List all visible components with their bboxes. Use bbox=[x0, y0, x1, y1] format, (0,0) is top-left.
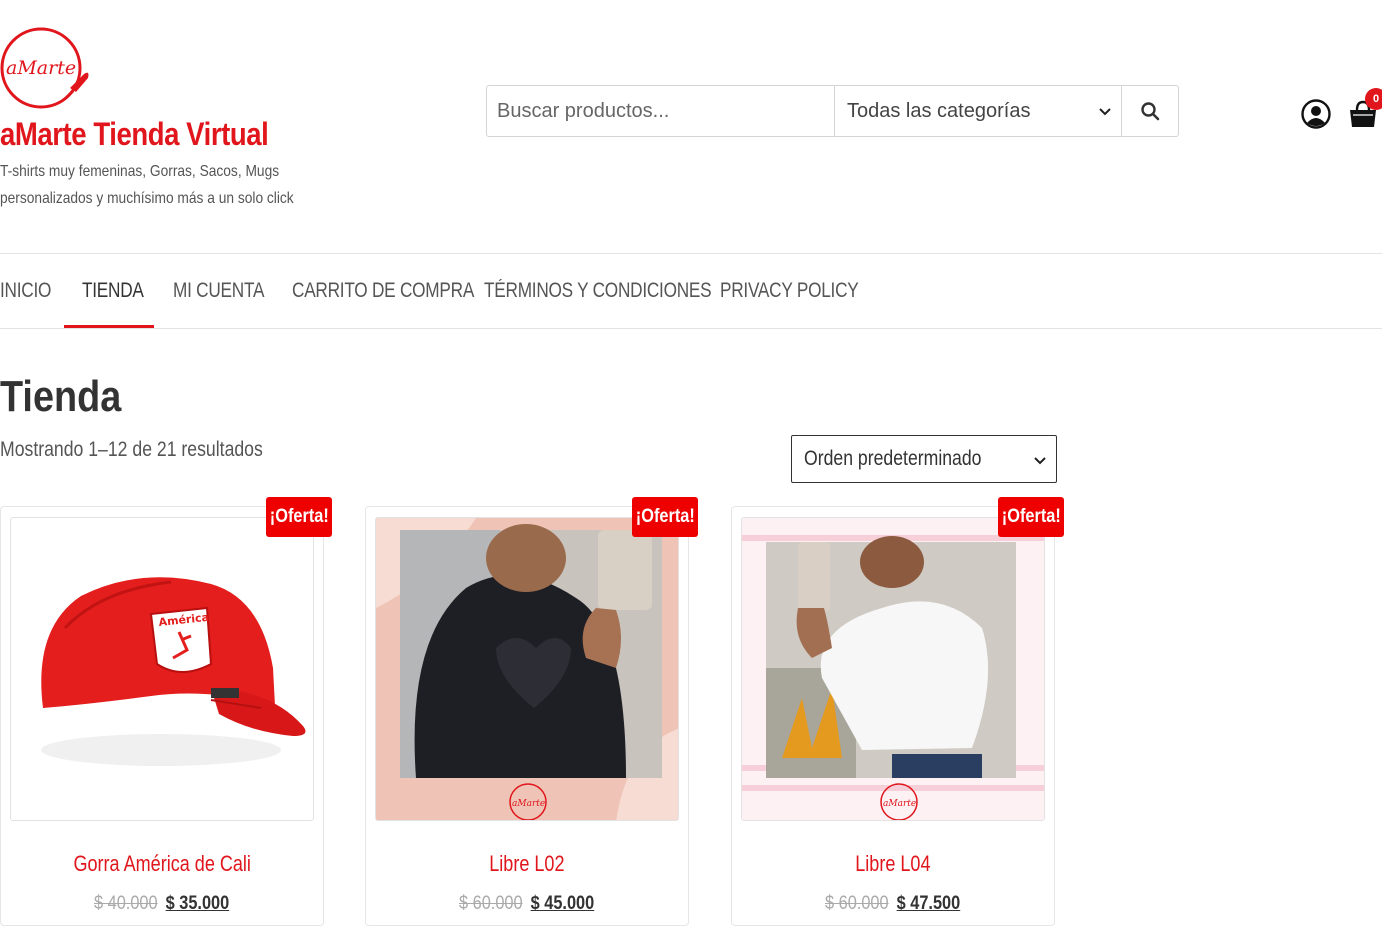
product-name[interactable]: Libre L02 bbox=[366, 851, 688, 877]
svg-text:aMarte: aMarte bbox=[6, 57, 76, 79]
product-name[interactable]: Libre L04 bbox=[732, 851, 1054, 877]
ordering-select[interactable]: Orden predeterminado bbox=[791, 435, 1057, 483]
chevron-down-icon bbox=[1097, 103, 1113, 119]
cart-count-badge: 0 bbox=[1365, 88, 1382, 110]
search-button[interactable] bbox=[1122, 86, 1178, 136]
account-icon[interactable] bbox=[1300, 98, 1332, 130]
nav-item-privacy-policy[interactable]: PRIVACY POLICY bbox=[720, 254, 889, 328]
product-card[interactable]: aMarte Libre L02 $ 60.000 $ 45.000 bbox=[365, 506, 689, 926]
nav-item-label: INICIO bbox=[0, 279, 52, 302]
ordering-select-value: Orden predeterminado bbox=[804, 447, 982, 470]
product-name-text: Libre L04 bbox=[855, 851, 931, 876]
site-title[interactable]: aMarte Tienda Virtual bbox=[0, 116, 269, 153]
search-input[interactable] bbox=[487, 86, 835, 136]
category-select-value: Todas las categorías bbox=[847, 99, 1031, 122]
product-image[interactable]: aMarte bbox=[375, 517, 679, 821]
product-search-form: Todas las categorías bbox=[486, 85, 1179, 137]
old-price: $ 60.000 bbox=[459, 893, 524, 914]
main-navigation: INICIO TIENDA MI CUENTA CARRITO DE COMPR… bbox=[0, 253, 1382, 329]
nav-item-carrito[interactable]: CARRITO DE COMPRA bbox=[292, 254, 514, 328]
product-image[interactable]: aMarte bbox=[741, 517, 1045, 821]
product-name[interactable]: Gorra América de Cali bbox=[1, 851, 323, 877]
product-image[interactable]: América bbox=[10, 517, 314, 821]
nav-item-label: PRIVACY POLICY bbox=[720, 279, 859, 302]
nav-item-label: TIENDA bbox=[82, 279, 144, 302]
search-icon bbox=[1140, 101, 1160, 121]
nav-item-label: TÉRMINOS Y CONDICIONES bbox=[484, 279, 712, 302]
old-price: $ 40.000 bbox=[94, 893, 159, 914]
site-logo[interactable]: aMarte bbox=[0, 26, 92, 110]
product-card[interactable]: América Gorra América de Cali $ 40.000 $… bbox=[0, 506, 324, 926]
old-price: $ 60.000 bbox=[825, 893, 890, 914]
sale-price: $ 47.500 bbox=[896, 893, 961, 914]
sale-price: $ 45.000 bbox=[530, 893, 595, 914]
site-header: aMarte aMarte Tienda Virtual T-shirts mu… bbox=[0, 0, 1382, 253]
site-tagline: T-shirts muy femeninas, Gorras, Sacos, M… bbox=[0, 163, 294, 207]
sale-badge: ¡Oferta! bbox=[632, 497, 698, 537]
nav-item-tienda[interactable]: TIENDA bbox=[82, 254, 157, 328]
sale-badge-text: ¡Oferta! bbox=[1001, 506, 1061, 527]
sale-badge: ¡Oferta! bbox=[998, 497, 1064, 537]
nav-item-label: CARRITO DE COMPRA bbox=[292, 279, 475, 302]
svg-text:aMarte: aMarte bbox=[883, 799, 916, 809]
product-price: $ 60.000 $ 47.500 bbox=[732, 893, 1054, 915]
sale-badge-text: ¡Oferta! bbox=[269, 506, 329, 527]
active-nav-indicator bbox=[64, 325, 154, 328]
nav-item-mi-cuenta[interactable]: MI CUENTA bbox=[173, 254, 284, 328]
result-count: Mostrando 1–12 de 21 resultados bbox=[0, 438, 263, 461]
sale-badge-text: ¡Oferta! bbox=[635, 506, 695, 527]
nav-item-label: MI CUENTA bbox=[173, 279, 265, 302]
product-price: $ 40.000 $ 35.000 bbox=[1, 893, 323, 915]
chevron-down-icon bbox=[1032, 452, 1048, 468]
product-card[interactable]: aMarte Libre L04 $ 60.000 $ 47.500 bbox=[731, 506, 1055, 926]
nav-item-inicio[interactable]: INICIO bbox=[0, 254, 62, 328]
product-price: $ 60.000 $ 45.000 bbox=[366, 893, 688, 915]
sale-price: $ 35.000 bbox=[165, 893, 230, 914]
product-name-text: Gorra América de Cali bbox=[73, 851, 251, 876]
page-title: Tienda bbox=[0, 372, 122, 421]
sale-badge: ¡Oferta! bbox=[266, 497, 332, 537]
product-name-text: Libre L02 bbox=[489, 851, 565, 876]
svg-text:aMarte: aMarte bbox=[512, 799, 545, 809]
category-select[interactable]: Todas las categorías bbox=[835, 86, 1122, 136]
